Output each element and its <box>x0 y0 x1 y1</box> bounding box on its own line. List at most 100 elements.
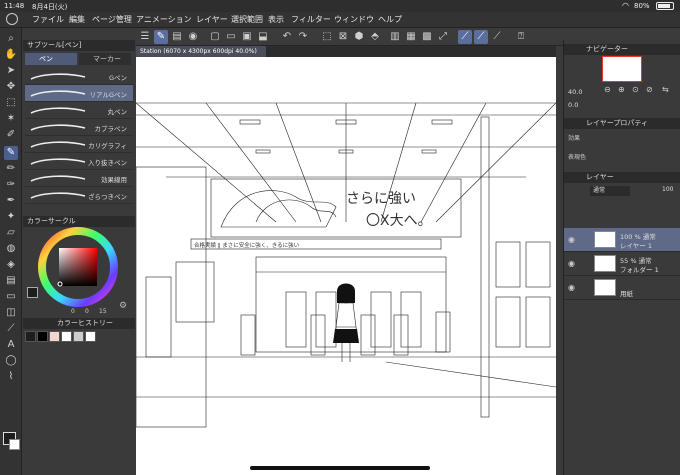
reference-icon[interactable]: ◉ <box>186 30 200 44</box>
figure-icon[interactable]: ▭ <box>4 290 18 304</box>
menu-help[interactable]: ヘルプ <box>378 14 402 25</box>
color-history-swatch[interactable] <box>25 331 36 342</box>
eraser-icon[interactable]: ▱ <box>4 226 18 240</box>
ruler-icon[interactable]: ⟋ <box>4 322 18 336</box>
undo-icon[interactable]: ↶ <box>280 30 294 44</box>
menu-view[interactable]: 表示 <box>268 14 284 25</box>
menu-layer[interactable]: レイヤー <box>196 14 228 25</box>
color-history-swatch[interactable] <box>85 331 96 342</box>
correct-line-icon[interactable]: ⌇ <box>4 370 18 384</box>
tab-pen[interactable]: ペン <box>25 53 77 65</box>
brush-item[interactable]: ざらつきペン <box>25 187 133 204</box>
text-icon[interactable]: A <box>4 338 18 352</box>
rotation-value[interactable]: 0.0 <box>568 101 578 109</box>
clear-outside-icon[interactable]: ▦ <box>404 30 418 44</box>
clear-icon[interactable]: ▥ <box>388 30 402 44</box>
opacity-value[interactable]: 100 <box>662 186 673 193</box>
sign-text-2: 〇X大へ。 <box>366 213 432 229</box>
scale-icon[interactable]: ⤢ <box>436 30 450 44</box>
fit-icon[interactable]: ⊙ <box>632 85 639 94</box>
color-history-swatch[interactable] <box>49 331 60 342</box>
brush-item[interactable]: 丸ペン <box>25 102 133 119</box>
color-history-swatch[interactable] <box>61 331 72 342</box>
blend-icon[interactable]: ◍ <box>4 242 18 256</box>
brush-item[interactable]: リアルGペン <box>25 85 133 102</box>
decoration-icon[interactable]: ✦ <box>4 210 18 224</box>
menu-window[interactable]: ウィンドウ <box>334 14 374 25</box>
snap-special-ruler-icon[interactable]: ⟋ <box>474 30 488 44</box>
canvas-artwork[interactable]: さらに強い 〇X大へ。 合格実績 ‖ まさに安全に強く、きるに強い <box>136 57 556 475</box>
pen-mode-icon[interactable]: ✎ <box>154 30 168 44</box>
menu-page[interactable]: ページ管理 <box>92 14 132 25</box>
pencil-icon[interactable]: ✏ <box>4 162 18 176</box>
pen-tool-icon[interactable]: ✎ <box>4 146 18 160</box>
gradient-icon[interactable]: ▤ <box>4 274 18 288</box>
eyedropper-icon[interactable]: ✐ <box>4 128 18 142</box>
redo-icon[interactable]: ↷ <box>296 30 310 44</box>
eye-icon[interactable]: ◉ <box>568 235 575 244</box>
tab-marker[interactable]: マーカー <box>79 53 131 65</box>
auto-select-icon[interactable]: ✶ <box>4 112 18 126</box>
brush-item[interactable]: カブラペン <box>25 119 133 136</box>
snap-grid-icon[interactable]: ⟋ <box>490 30 504 44</box>
layer-list: ◉ 100 % 通常 レイヤー 1 ◉ 55 % 通常 フォルダー 1 ◉ 用紙 <box>564 228 680 308</box>
layer-row[interactable]: ◉ 100 % 通常 レイヤー 1 <box>564 228 680 252</box>
eye-icon[interactable]: ◉ <box>568 259 575 268</box>
status-bar: 11:48 8月4日(火) ◠ 80% <box>0 0 680 12</box>
airbrush-icon[interactable]: ✒ <box>4 194 18 208</box>
hand-icon[interactable]: ✋ <box>4 48 18 62</box>
new-file-icon[interactable]: ▢ <box>208 30 222 44</box>
flip-icon[interactable]: ⇆ <box>662 85 669 94</box>
app-logo-icon[interactable] <box>6 13 18 25</box>
brush-item[interactable]: 入り抜きペン <box>25 153 133 170</box>
brush-item[interactable]: Gペン <box>25 68 133 85</box>
menu-selection[interactable]: 選択範囲 <box>231 14 263 25</box>
brush-item[interactable]: カリグラフィ <box>25 136 133 153</box>
color-history-swatch[interactable] <box>73 331 84 342</box>
color-settings-icon[interactable]: ⚙ <box>119 301 127 311</box>
layer-row[interactable]: ◉ 用紙 <box>564 276 680 300</box>
move-layer-icon[interactable]: ✥ <box>4 80 18 94</box>
layer-row[interactable]: ◉ 55 % 通常 フォルダー 1 <box>564 252 680 276</box>
open-icon[interactable]: ▭ <box>224 30 238 44</box>
zoom-value[interactable]: 40.0 <box>568 88 582 96</box>
quick-access-icon[interactable]: ⍰ <box>514 30 528 44</box>
selection-icon[interactable]: ⬚ <box>4 96 18 110</box>
zoom-icon[interactable]: ⌕ <box>4 32 18 46</box>
actual-size-icon[interactable]: ⊘ <box>646 85 653 94</box>
brush-icon[interactable]: ✑ <box>4 178 18 192</box>
brush-name: リアルGペン <box>89 91 127 99</box>
status-time: 11:48 <box>4 2 25 10</box>
current-color-swatch[interactable] <box>27 287 38 298</box>
zoom-in-icon[interactable]: ⊕ <box>618 85 625 94</box>
save-icon[interactable]: ▣ <box>240 30 254 44</box>
deselect-icon[interactable]: ⊠ <box>336 30 350 44</box>
brush-item[interactable]: 効果線用 <box>25 170 133 187</box>
menu-file[interactable]: ファイル <box>32 14 64 25</box>
transform-icon[interactable]: ⬘ <box>368 30 382 44</box>
sub-color-swatch[interactable] <box>9 439 20 450</box>
menu-filter[interactable]: フィルター <box>291 14 331 25</box>
fill-mode-icon[interactable]: ▤ <box>170 30 184 44</box>
menu-animation[interactable]: アニメーション <box>136 14 192 25</box>
operation-icon[interactable]: ➤ <box>4 64 18 78</box>
navigator-preview[interactable] <box>602 56 642 82</box>
layer-thumbnail <box>594 231 616 248</box>
export-icon[interactable]: ⬓ <box>256 30 270 44</box>
select-all-icon[interactable]: ⬚ <box>320 30 334 44</box>
zoom-out-icon[interactable]: ⊖ <box>604 85 611 94</box>
snap-ruler-icon[interactable]: ⟋ <box>458 30 472 44</box>
frame-icon[interactable]: ◫ <box>4 306 18 320</box>
menu-edit[interactable]: 編集 <box>69 14 85 25</box>
color-wheel[interactable] <box>37 226 119 308</box>
eye-icon[interactable]: ◉ <box>568 283 575 292</box>
blend-mode-select[interactable]: 通常 <box>590 186 630 196</box>
hamburger-icon[interactable]: ☰ <box>138 30 152 44</box>
hsv-v-value: 15 <box>99 308 107 315</box>
fill-icon[interactable]: ▩ <box>420 30 434 44</box>
balloon-icon[interactable]: ◯ <box>4 354 18 368</box>
color-history-swatch[interactable] <box>37 331 48 342</box>
invert-selection-icon[interactable]: ⬢ <box>352 30 366 44</box>
canvas-tab[interactable]: Station (6070 x 4300px 600dpi 40.0%) <box>136 46 266 57</box>
fill-tool-icon[interactable]: ◈ <box>4 258 18 272</box>
